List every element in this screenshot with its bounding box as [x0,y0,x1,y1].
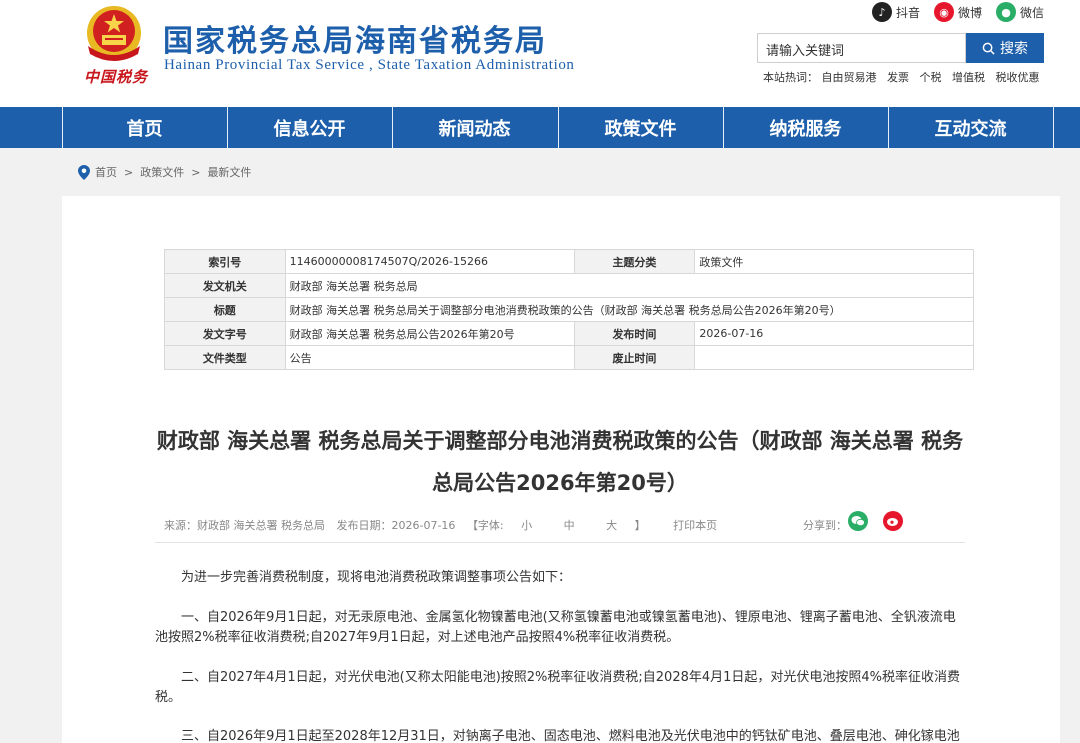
meta-value: 公告 [284,345,575,370]
print-button[interactable]: 打印本页 [673,519,717,532]
breadcrumb-separator: > [124,165,134,179]
main-nav: 首页 信息公开 新闻动态 政策文件 纳税服务 互动交流 [0,107,1080,148]
breadcrumb-home[interactable]: 首页 [95,164,117,180]
national-emblem-icon [87,6,141,61]
hot-word[interactable]: 增值税 [952,71,985,84]
font-size-small-button[interactable]: 小 [521,519,532,532]
meta-label: 索引号 [164,249,286,274]
table-row: 发文机关 财政部 海关总署 税务总局 [164,273,975,298]
meta-label: 废止时间 [573,345,696,370]
share-wechat-icon[interactable] [848,511,868,531]
font-size-large-button[interactable]: 大 [606,519,617,532]
hot-word[interactable]: 税收优惠 [996,71,1040,84]
nav-item-service[interactable]: 纳税服务 [723,107,887,148]
body-paragraph: 二、自2027年4月1日起，对光伏电池(又称太阳能电池)按照2%税率征收消费税;… [155,670,961,705]
table-row: 索引号 11460000008174507Q/2026-15266 主题分类 政… [164,249,974,274]
weibo-icon: ◉ [934,2,954,22]
hot-words: 本站热词： 自由贸易港 发票 个税 增值税 税收优惠 [763,69,1047,85]
site-header: 中国税务 国家税务总局海南省税务局 Hainan Provincial Tax … [0,0,1080,107]
douyin-link[interactable]: ♪ 抖音 [872,2,920,22]
table-row: 标题 财政部 海关总署 税务总局关于调整部分电池消费税政策的公告（财政部 海关总… [164,297,975,322]
wechat-link[interactable]: ● 微信 [996,2,1044,22]
breadcrumb-separator: > [191,165,201,179]
table-row: 发文字号 财政部 海关总署 税务总局公告2026年第20号 发布时间 2026-… [164,321,974,346]
search-input[interactable]: 请输入关键词 [757,33,966,63]
meta-label: 主题分类 [573,249,696,274]
search-button[interactable]: 搜索 [966,33,1044,63]
source-text: 来源：财政部 海关总署 税务总局 [164,519,325,532]
hot-word[interactable]: 个税 [920,71,942,84]
nav-item-news[interactable]: 新闻动态 [392,107,556,148]
meta-label: 文件类型 [164,345,286,370]
body-paragraph: 一、自2026年9月1日起，对无汞原电池、金属氢化物镍蓄电池(又称氢镍蓄电池或镍… [155,610,956,645]
hot-words-label: 本站热词： [763,71,818,84]
weibo-label: 微博 [958,5,983,20]
site-subtitle: Hainan Provincial Tax Service , State Ta… [164,57,575,73]
meta-label: 发文机关 [164,273,286,298]
font-size-label: 【字体: [466,519,504,532]
share-weibo-icon[interactable] [883,511,903,531]
meta-value: 政策文件 [694,249,974,274]
meta-value: 财政部 海关总署 税务总局关于调整部分电池消费税政策的公告（财政部 海关总署 税… [284,297,975,322]
breadcrumb-latest[interactable]: 最新文件 [207,164,251,180]
meta-label: 发布时间 [573,321,696,346]
meta-value: 2026-07-16 [694,321,974,346]
weibo-link[interactable]: ◉ 微博 [934,2,982,22]
search-button-label: 搜索 [1000,41,1028,57]
body-paragraph: 三、自2026年9月1日起至2028年12月31日，对钠离子电池、固态电池、燃料… [181,729,960,743]
meta-value: 11460000008174507Q/2026-15266 [284,249,575,274]
document-title: 财政部 海关总署 税务总局关于调整部分电池消费税政策的公告（财政部 海关总署 税… [156,429,964,495]
font-size-end: 】 [634,519,646,532]
document-meta-table: 索引号 11460000008174507Q/2026-15266 主题分类 政… [164,249,975,370]
meta-value: 财政部 海关总署 税务总局公告2026年第20号 [284,321,575,346]
hot-word[interactable]: 发票 [887,71,909,84]
nav-item-policy[interactable]: 政策文件 [558,107,722,148]
nav-item-interact[interactable]: 互动交流 [888,107,1052,148]
meta-value: 财政部 海关总署 税务总局 [284,273,975,298]
location-pin-icon [78,164,90,180]
share-label: 分享到： [803,519,847,532]
site-title: 国家税务总局海南省税务局 [163,24,547,59]
body-paragraph: 为进一步完善消费税制度，现将电池消费税政策调整事项公告如下： [181,570,572,585]
wechat-icon: ● [996,2,1016,22]
font-size-medium-button[interactable]: 中 [564,519,575,532]
nav-item-home[interactable]: 首页 [62,107,226,148]
breadcrumb: 首页 > 政策文件 > 最新文件 [78,164,251,180]
meta-value [694,345,974,370]
hot-word[interactable]: 自由贸易港 [822,71,877,84]
publish-date-text: 发布日期：2026-07-16 [336,519,456,532]
meta-label: 发文字号 [164,321,286,346]
meta-label: 标题 [164,297,286,322]
wechat-label: 微信 [1020,5,1045,20]
seal-text: 中国税务 [84,68,149,86]
divider [155,542,965,543]
document-info-line: 来源：财政部 海关总署 税务总局 发布日期：2026-07-16 【字体: 小 … [164,517,717,533]
breadcrumb-policy[interactable]: 政策文件 [140,164,184,180]
douyin-label: 抖音 [896,5,921,20]
nav-item-info[interactable]: 信息公开 [227,107,391,148]
nav-divider [1053,107,1054,148]
table-row: 文件类型 公告 废止时间 [164,345,974,370]
search-icon [982,42,995,55]
douyin-icon: ♪ [872,2,892,22]
